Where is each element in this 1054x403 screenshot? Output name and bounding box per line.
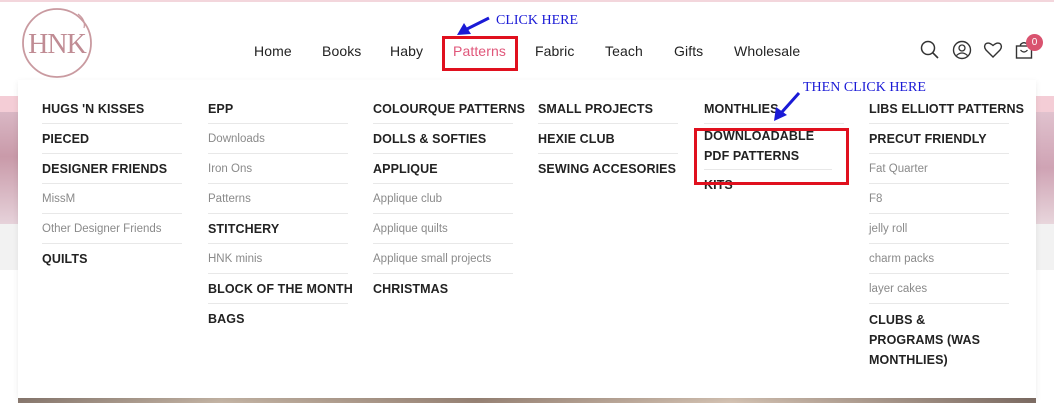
- product-images-strip: [18, 398, 1036, 403]
- cart-count-badge: 0: [1026, 34, 1043, 51]
- menu-item-small-projects[interactable]: SMALL PROJECTS: [538, 94, 678, 124]
- menu-column-1: HUGS 'N KISSES PIECED DESIGNER FRIENDS M…: [42, 94, 182, 273]
- menu-item-hugs-n-kisses[interactable]: HUGS 'N KISSES: [42, 94, 182, 124]
- hero-image-right-edge: [1036, 112, 1054, 224]
- hero-grey-right: [1036, 224, 1054, 270]
- nav-home[interactable]: Home: [254, 43, 292, 59]
- hero-image-left-edge: [0, 112, 18, 224]
- menu-item-stitchery[interactable]: STITCHERY: [208, 214, 348, 244]
- menu-item-christmas[interactable]: CHRISTMAS: [373, 274, 513, 303]
- menu-item-applique-club[interactable]: Applique club: [373, 184, 513, 214]
- menu-item-block-of-the-month[interactable]: BLOCK OF THE MONTH: [208, 274, 353, 304]
- menu-item-bags[interactable]: BAGS: [208, 304, 348, 333]
- menu-item-applique-small-projects[interactable]: Applique small projects: [373, 244, 513, 274]
- user-icon[interactable]: [952, 40, 972, 60]
- hero-grey-left: [0, 224, 18, 270]
- menu-item-f8[interactable]: F8: [869, 184, 1009, 214]
- menu-item-jelly-roll[interactable]: jelly roll: [869, 214, 1009, 244]
- menu-item-epp[interactable]: EPP: [208, 94, 348, 124]
- then-click-here-annotation: THEN CLICK HERE: [803, 80, 926, 95]
- menu-item-iron-ons[interactable]: Iron Ons: [208, 154, 348, 184]
- patterns-highlight-box: [442, 36, 518, 71]
- then-click-here-arrow-icon: [774, 91, 801, 121]
- downloadable-pdf-highlight-box: [694, 128, 849, 185]
- menu-item-layer-cakes[interactable]: layer cakes: [869, 274, 1009, 304]
- click-here-annotation: CLICK HERE: [496, 13, 579, 28]
- menu-column-3: COLOURQUE PATTERNS DOLLS & SOFTIES APPLI…: [373, 94, 525, 303]
- menu-item-hexie-club[interactable]: HEXIE CLUB: [538, 124, 678, 154]
- menu-item-applique[interactable]: APPLIQUE: [373, 154, 513, 184]
- menu-item-applique-quilts[interactable]: Applique quilts: [373, 214, 513, 244]
- patterns-mega-menu: HUGS 'N KISSES PIECED DESIGNER FRIENDS M…: [18, 80, 1036, 398]
- nav-gifts[interactable]: Gifts: [674, 43, 703, 59]
- menu-item-precut-friendly[interactable]: PRECUT FRIENDLY: [869, 124, 1009, 154]
- menu-item-charm-packs[interactable]: charm packs: [869, 244, 1009, 274]
- heart-icon[interactable]: [983, 40, 1003, 60]
- nav-wholesale[interactable]: Wholesale: [734, 43, 800, 59]
- menu-item-pieced[interactable]: PIECED: [42, 124, 182, 154]
- menu-item-missm[interactable]: MissM: [42, 184, 182, 214]
- menu-item-dolls-softies[interactable]: DOLLS & SOFTIES: [373, 124, 513, 154]
- nav-fabric[interactable]: Fabric: [535, 43, 575, 59]
- menu-item-downloads[interactable]: Downloads: [208, 124, 348, 154]
- click-here-arrow-icon: [457, 16, 490, 35]
- menu-column-2: EPP Downloads Iron Ons Patterns STITCHER…: [208, 94, 353, 333]
- main-navigation: Home Books Haby Patterns Fabric Teach Gi…: [0, 0, 1054, 80]
- menu-item-patterns[interactable]: Patterns: [208, 184, 348, 214]
- menu-item-colourque-patterns[interactable]: COLOURQUE PATTERNS: [373, 94, 525, 124]
- nav-haby[interactable]: Haby: [390, 43, 423, 59]
- nav-teach[interactable]: Teach: [605, 43, 643, 59]
- menu-item-quilts[interactable]: QUILTS: [42, 244, 182, 273]
- menu-item-hnk-minis[interactable]: HNK minis: [208, 244, 348, 274]
- menu-item-libs-elliott-patterns[interactable]: LIBS ELLIOTT PATTERNS: [869, 94, 1024, 124]
- menu-item-clubs-programs[interactable]: CLUBS & PROGRAMS (WAS MONTHLIES): [869, 304, 999, 373]
- search-icon[interactable]: [920, 40, 940, 60]
- menu-item-designer-friends[interactable]: DESIGNER FRIENDS: [42, 154, 182, 184]
- menu-item-sewing-accesories[interactable]: SEWING ACCESORIES: [538, 154, 678, 183]
- menu-column-6: LIBS ELLIOTT PATTERNS PRECUT FRIENDLY Fa…: [869, 94, 1024, 373]
- menu-item-fat-quarter[interactable]: Fat Quarter: [869, 154, 1009, 184]
- nav-books[interactable]: Books: [322, 43, 361, 59]
- menu-column-4: SMALL PROJECTS HEXIE CLUB SEWING ACCESOR…: [538, 94, 678, 183]
- menu-item-other-designer-friends[interactable]: Other Designer Friends: [42, 214, 182, 244]
